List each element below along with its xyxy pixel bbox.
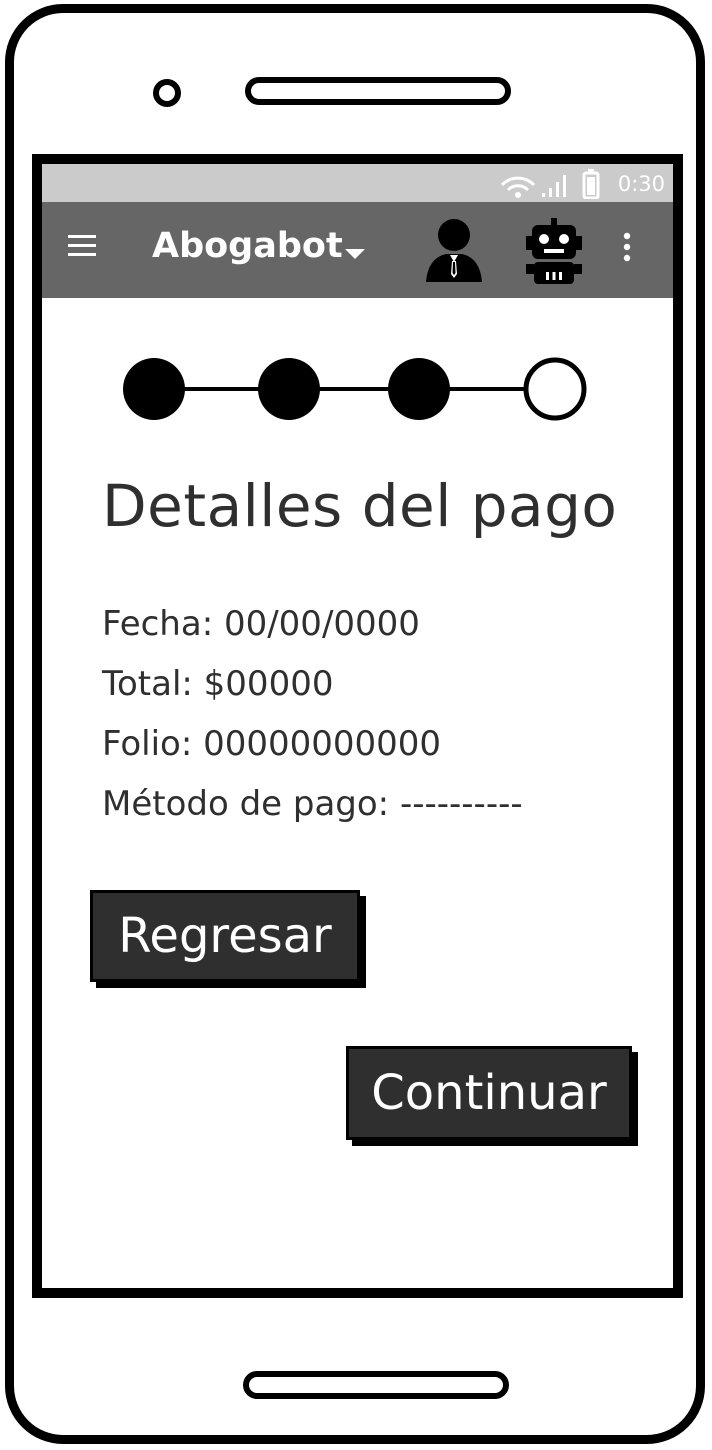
page-title: Detalles del pago <box>102 472 618 540</box>
payment-total: Total: $00000 <box>102 664 334 704</box>
camera-icon <box>153 79 181 107</box>
status-icons <box>498 167 618 203</box>
step-current <box>523 357 587 421</box>
payment-folio: Folio: 00000000000 <box>102 724 442 764</box>
payment-method: Método de pago: ---------- <box>102 784 523 824</box>
continue-button[interactable]: Continuar <box>346 1046 632 1140</box>
chevron-down-icon[interactable] <box>344 246 366 265</box>
step-complete <box>258 358 320 420</box>
progress-stepper <box>122 354 592 428</box>
user-icon[interactable] <box>424 218 484 288</box>
robot-icon[interactable] <box>522 216 586 290</box>
menu-icon[interactable] <box>68 233 98 263</box>
status-time: 0:30 <box>617 172 665 196</box>
speaker-grille <box>245 77 511 105</box>
app-bar: Abogabot <box>42 202 673 298</box>
phone-screen: 0:30 Abogabot Detalles del pago Fecha: 0… <box>32 154 683 1298</box>
more-vert-icon[interactable] <box>622 232 632 268</box>
home-bar[interactable] <box>243 1371 509 1399</box>
back-button[interactable]: Regresar <box>90 890 360 982</box>
step-complete <box>123 358 185 420</box>
app-title[interactable]: Abogabot <box>152 226 343 266</box>
payment-date: Fecha: 00/00/0000 <box>102 604 420 644</box>
status-bar: 0:30 <box>42 164 673 202</box>
wifi-signal-battery-icons <box>500 169 600 200</box>
step-complete <box>388 358 450 420</box>
